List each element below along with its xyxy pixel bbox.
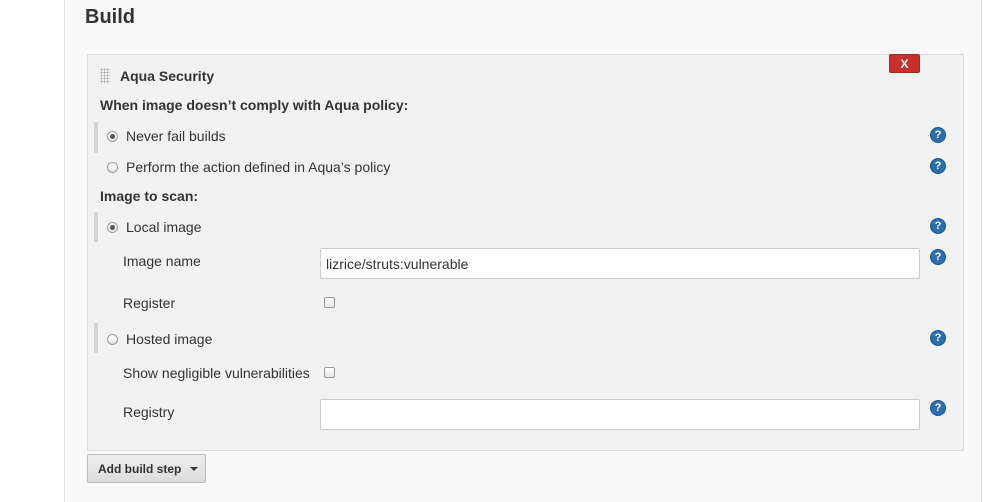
radio-local-image[interactable]: Local image (107, 217, 202, 237)
help-icon[interactable]: ? (930, 127, 946, 143)
radio-label: Never fail builds (126, 128, 226, 144)
radio-button[interactable] (107, 333, 118, 345)
radio-button[interactable] (107, 161, 118, 173)
caret-down-icon (190, 466, 199, 471)
radio-indent-bar (94, 122, 98, 153)
register-checkbox[interactable] (324, 297, 335, 308)
section-title: Build (85, 6, 135, 28)
drag-handle-icon[interactable] (100, 68, 110, 84)
register-label: Register (123, 295, 176, 311)
policy-heading: When image doesn’t comply with Aqua poli… (100, 97, 409, 113)
radio-button[interactable] (107, 130, 118, 142)
radio-label: Perform the action defined in Aqua’s pol… (126, 159, 391, 175)
registry-label: Registry (123, 404, 175, 420)
help-icon[interactable]: ? (930, 249, 946, 265)
build-step-title: Aqua Security (120, 68, 215, 84)
help-icon[interactable]: ? (930, 158, 946, 174)
add-build-step-button[interactable]: Add build step (87, 454, 206, 483)
radio-hosted-image[interactable]: Hosted image (107, 329, 212, 349)
add-build-step-label: Add build step (98, 461, 182, 476)
radio-indent-bar (94, 323, 98, 353)
image-to-scan-heading: Image to scan: (100, 188, 199, 204)
radio-perform-policy-action[interactable]: Perform the action defined in Aqua’s pol… (107, 157, 390, 177)
show-negligible-label: Show negligible vulnerabilities (123, 365, 310, 381)
help-icon[interactable]: ? (930, 218, 946, 234)
image-name-input[interactable] (320, 248, 920, 279)
registry-input[interactable] (320, 399, 920, 430)
radio-label: Hosted image (126, 331, 213, 347)
show-negligible-checkbox[interactable] (324, 367, 335, 378)
radio-label: Local image (126, 219, 202, 235)
radio-never-fail-builds[interactable]: Never fail builds (107, 126, 226, 146)
help-icon[interactable]: ? (930, 330, 946, 346)
help-icon[interactable]: ? (930, 400, 946, 416)
radio-indent-bar (94, 212, 98, 242)
radio-button[interactable] (107, 221, 118, 233)
delete-step-button[interactable]: X (889, 54, 920, 73)
image-name-label: Image name (123, 253, 201, 269)
